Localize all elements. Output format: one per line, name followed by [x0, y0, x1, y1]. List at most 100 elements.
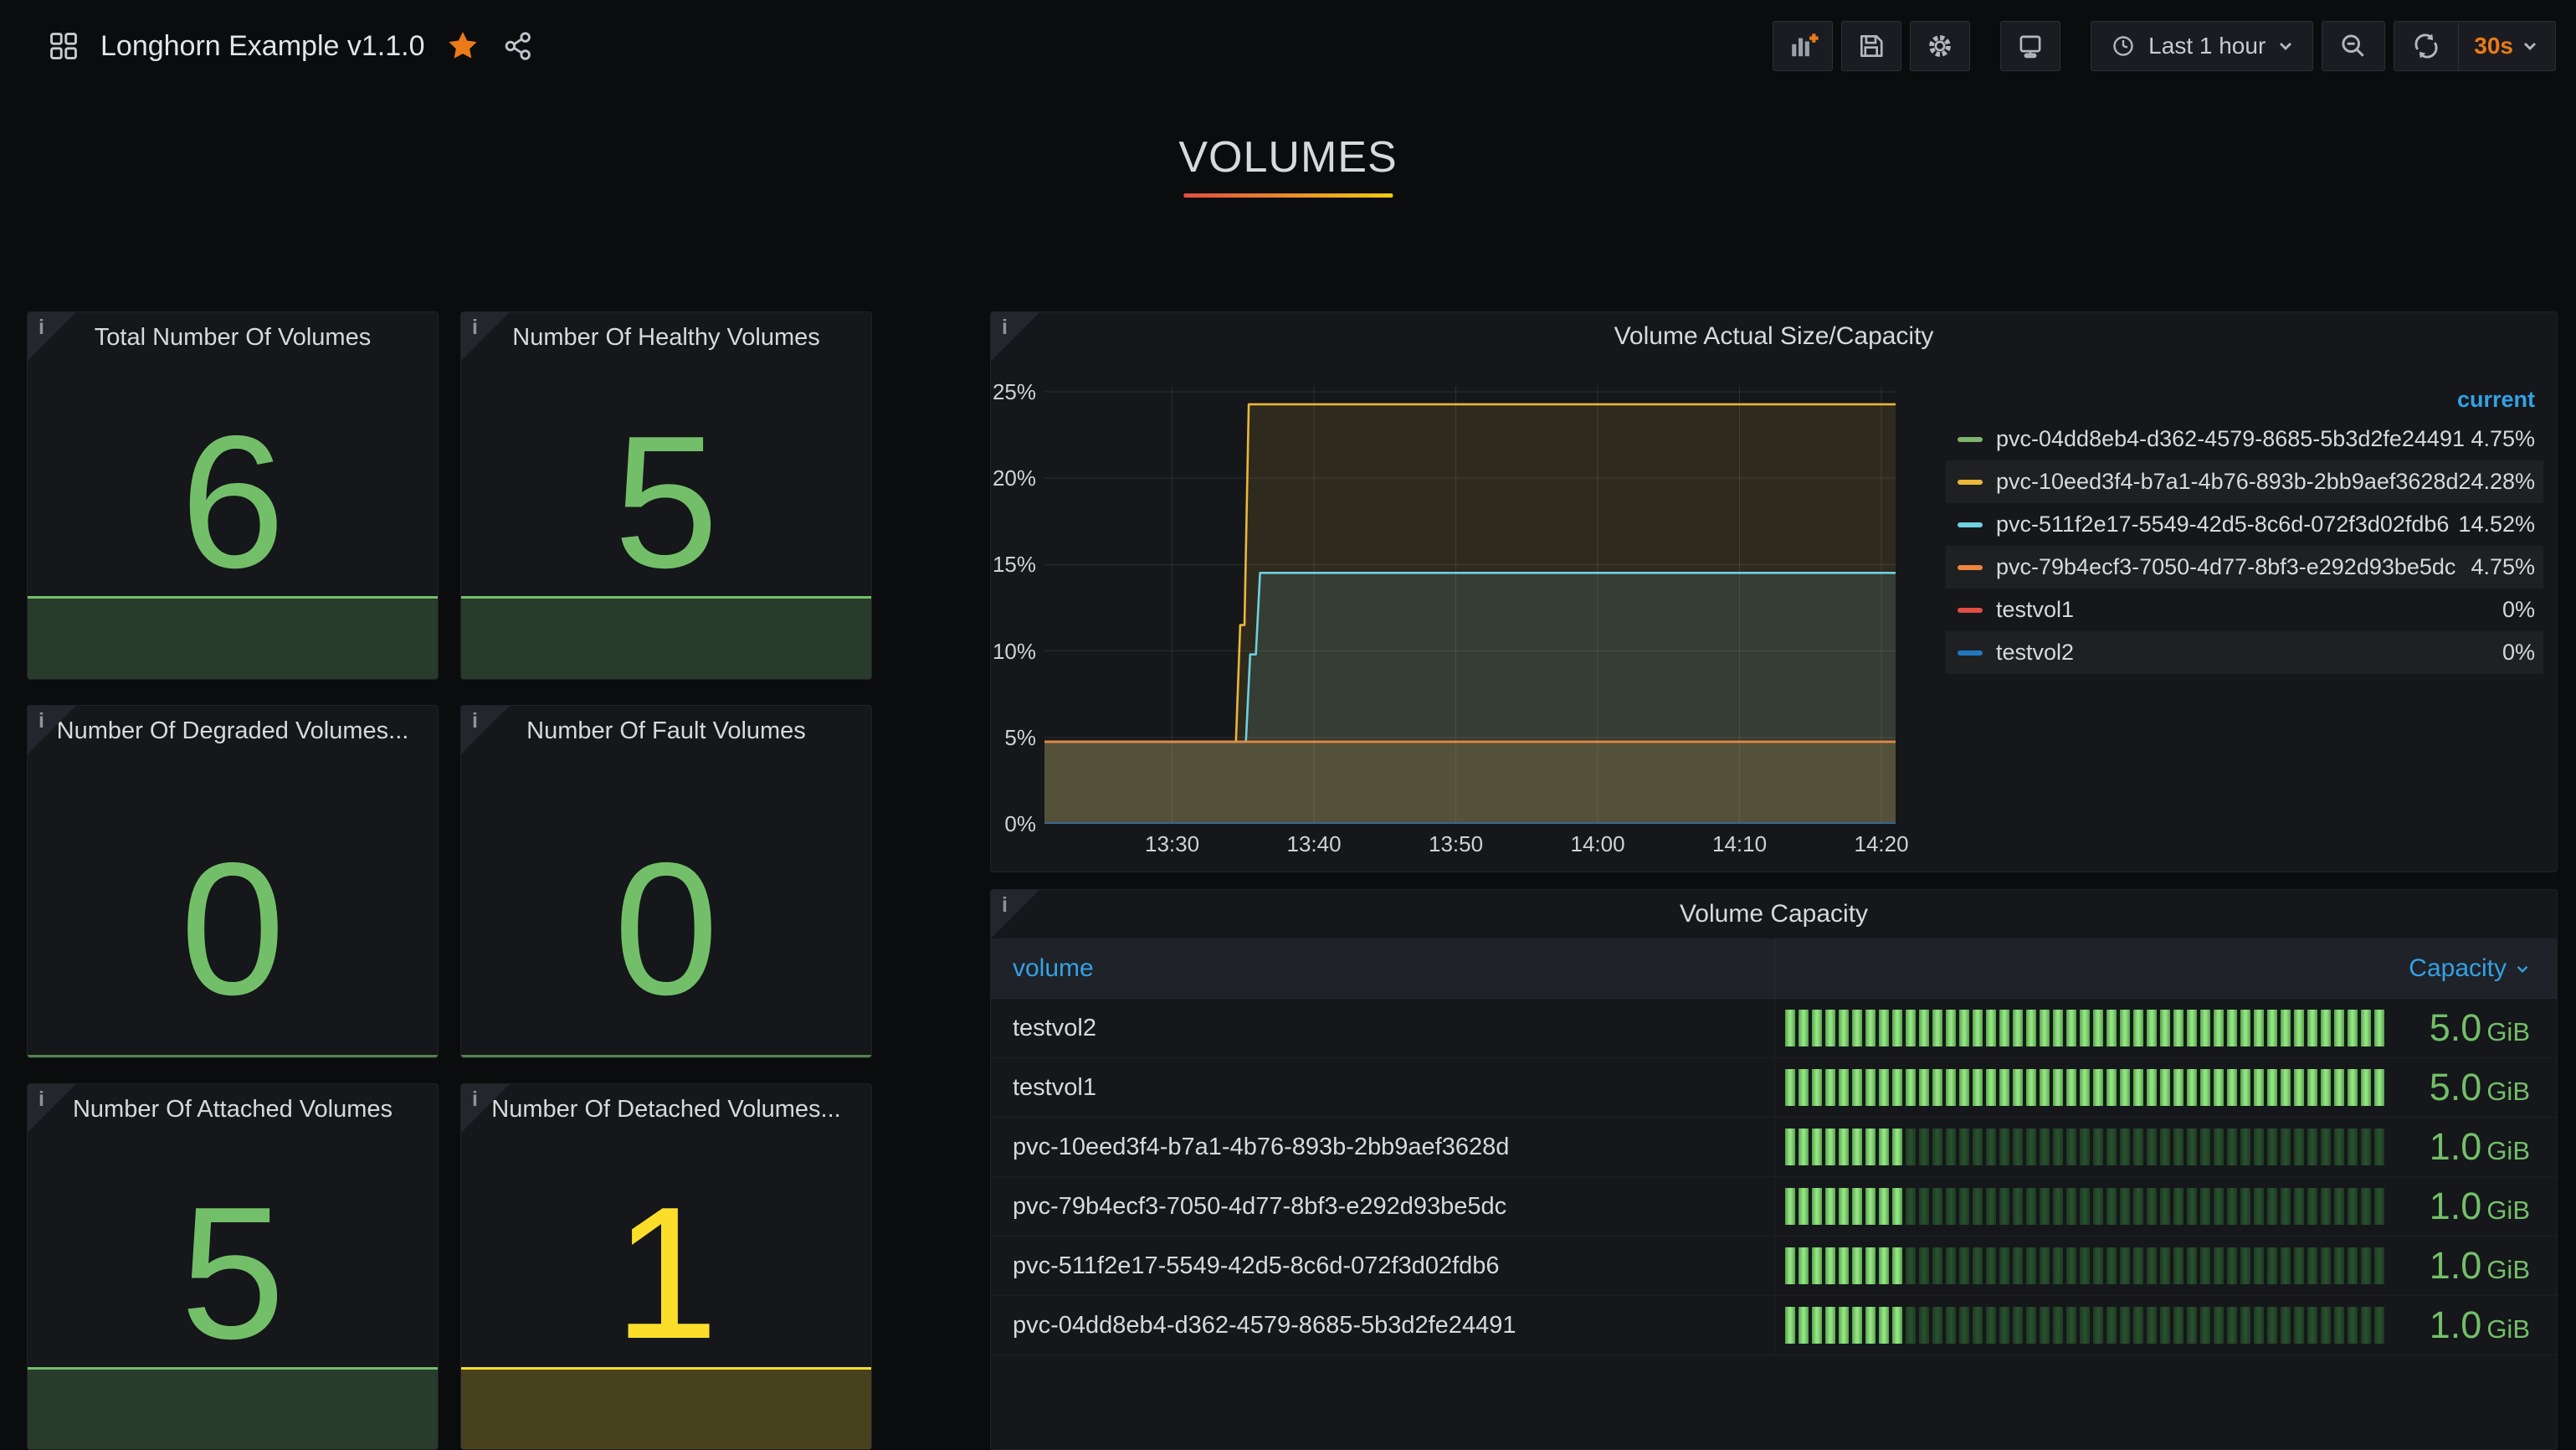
legend-series-current-value: 4.75%	[2471, 426, 2535, 452]
legend-series-color-dash[interactable]	[1958, 608, 1983, 613]
legend-series-name[interactable]: pvc-10eed3f4-b7a1-4b76-893b-2bb9aef3628d	[1996, 469, 2458, 495]
capacity-number: 5.0	[2430, 1066, 2482, 1108]
section-title: VOLUMES	[1178, 132, 1397, 183]
capacity-value: 1.0GiB	[2388, 1244, 2557, 1288]
dashboard-title[interactable]: Longhorn Example v1.1.0	[100, 30, 424, 63]
legend-row: pvc-10eed3f4-b7a1-4b76-893b-2bb9aef3628d…	[1946, 460, 2543, 503]
volumes-section-heading: VOLUMES	[1178, 132, 1397, 198]
capacity-value: 1.0GiB	[2388, 1125, 2557, 1169]
legend-series-color-dash[interactable]	[1958, 480, 1983, 485]
capacity-led-gauge	[1785, 1010, 2388, 1046]
stat-panel-title[interactable]: Number Of Attached Volumes	[28, 1084, 438, 1133]
legend-series-color-dash[interactable]	[1958, 650, 1983, 656]
capacity-unit: GiB	[2486, 1077, 2530, 1106]
capacity-number: 1.0	[2430, 1244, 2482, 1287]
grafana-dashboard: Longhorn Example v1.1.0	[0, 0, 2576, 1450]
chart-plot-area[interactable]	[1044, 386, 1896, 824]
stat-panel-title[interactable]: Total Number Of Volumes	[28, 312, 438, 362]
stat-panel-title[interactable]: Number Of Degraded Volumes...	[28, 706, 438, 756]
column-header-volume[interactable]: volume	[991, 938, 1775, 998]
legend-series-current-value: 0%	[2502, 640, 2535, 666]
dashboard-settings-button[interactable]	[1910, 21, 1970, 71]
y-axis-tick-label: 10%	[991, 639, 1036, 665]
gauge-lit-cells	[1785, 1069, 2388, 1106]
stat-panel-number-of-attached-volumes: iNumber Of Attached Volumes5	[27, 1083, 439, 1450]
capacity-value: 5.0GiB	[2388, 1066, 2557, 1109]
gauge-lit-cells	[1785, 1188, 1906, 1225]
capacity-number: 1.0	[2430, 1185, 2482, 1227]
graph-panel-title[interactable]: Volume Actual Size/Capacity	[991, 312, 2557, 361]
table-rows: testvol25.0GiBtestvol15.0GiBpvc-10eed3f4…	[991, 999, 2557, 1355]
capacity-led-gauge	[1785, 1129, 2388, 1165]
capacity-value: 5.0GiB	[2388, 1006, 2557, 1050]
time-range-picker[interactable]: Last 1 hour	[2091, 21, 2313, 71]
stat-panel-number-of-fault-volumes: iNumber Of Fault Volumes0	[460, 705, 872, 1058]
save-dashboard-button[interactable]	[1841, 21, 1901, 71]
section-title-underline	[1183, 193, 1393, 198]
zoom-out-time-button[interactable]	[2322, 21, 2385, 71]
stat-value: 5	[461, 362, 871, 596]
capacity-number: 5.0	[2430, 1006, 2482, 1049]
capacity-unit: GiB	[2486, 1314, 2530, 1344]
x-axis-labels: 13:3013:4013:5014:0014:1014:20	[1044, 831, 1896, 865]
capacity-led-gauge	[1785, 1188, 2388, 1225]
stat-sparkline	[28, 1367, 438, 1449]
legend-series-color-dash[interactable]	[1958, 522, 1983, 527]
stat-panel-total-number-of-volumes: iTotal Number Of Volumes6	[27, 311, 439, 680]
clock-icon	[2108, 31, 2138, 61]
column-header-capacity[interactable]: Capacity	[1775, 938, 2557, 998]
legend-series-name[interactable]: pvc-04dd8eb4-d362-4579-8685-5b3d2fe24491	[1996, 426, 2471, 452]
table-cell-capacity: 1.0GiB	[1775, 1296, 2557, 1355]
stat-value: 0	[28, 756, 438, 1055]
legend-row: pvc-79b4ecf3-7050-4d77-8bf3-e292d93be5dc…	[1946, 546, 2543, 589]
legend-series-name[interactable]: pvc-79b4ecf3-7050-4d77-8bf3-e292d93be5dc	[1996, 554, 2471, 580]
table-cell-capacity: 1.0GiB	[1775, 1177, 2557, 1236]
capacity-chart-svg	[1044, 386, 1896, 824]
stat-panel-title[interactable]: Number Of Healthy Volumes	[461, 312, 871, 362]
legend-series-name[interactable]: testvol1	[1996, 597, 2502, 623]
legend-series-current-value: 4.75%	[2471, 554, 2535, 580]
table-cell-volume: pvc-04dd8eb4-d362-4579-8685-5b3d2fe24491	[991, 1296, 1775, 1355]
chevron-down-icon	[2520, 36, 2540, 56]
table-row: testvol1 5.0GiB	[991, 1058, 2557, 1118]
capacity-led-gauge	[1785, 1247, 2388, 1284]
legend-series-color-dash[interactable]	[1958, 437, 1983, 442]
dashboards-grid-icon[interactable]	[47, 29, 80, 63]
sort-chevron-down-icon	[2513, 959, 2532, 978]
refresh-interval-label: 30s	[2474, 33, 2513, 59]
table-cell-capacity: 5.0GiB	[1775, 1058, 2557, 1117]
legend-current-header[interactable]: current	[1946, 381, 2543, 418]
table-row: pvc-04dd8eb4-d362-4579-8685-5b3d2fe24491…	[991, 1296, 2557, 1355]
volume-size-capacity-panel: i Volume Actual Size/Capacity 0%5%10%15%…	[990, 311, 2558, 872]
stat-panel-title[interactable]: Number Of Detached Volumes...	[461, 1084, 871, 1133]
stat-value: 6	[28, 362, 438, 596]
x-axis-tick-label: 13:30	[1145, 831, 1199, 857]
capacity-led-gauge	[1785, 1307, 2388, 1344]
capacity-unit: GiB	[2486, 1017, 2530, 1046]
stat-value: 1	[461, 1133, 871, 1367]
table-cell-capacity: 1.0GiB	[1775, 1237, 2557, 1295]
add-panel-button[interactable]	[1773, 21, 1833, 71]
legend-row: testvol20%	[1946, 631, 2543, 674]
refresh-interval-picker[interactable]: 30s	[2459, 21, 2555, 71]
y-axis-tick-label: 0%	[991, 811, 1036, 837]
favorite-star-icon[interactable]	[446, 29, 480, 63]
y-axis-tick-label: 20%	[991, 465, 1036, 491]
legend-series-name[interactable]: pvc-511f2e17-5549-42d5-8c6d-072f3d02fdb6	[1996, 512, 2458, 537]
stats-grid: iTotal Number Of Volumes6iNumber Of Heal…	[27, 311, 872, 1450]
table-cell-volume: testvol1	[991, 1058, 1775, 1117]
stat-panel-title[interactable]: Number Of Fault Volumes	[461, 706, 871, 756]
refresh-button[interactable]	[2394, 21, 2458, 71]
legend-series-name[interactable]: testvol2	[1996, 640, 2502, 666]
legend-series-current-value: 14.52%	[2458, 512, 2535, 537]
x-axis-tick-label: 13:40	[1287, 831, 1342, 857]
tv-cycle-view-button[interactable]	[2000, 21, 2060, 71]
share-icon[interactable]	[501, 29, 535, 63]
stat-sparkline	[461, 1367, 871, 1449]
capacity-unit: GiB	[2486, 1195, 2530, 1225]
table-cell-volume: testvol2	[991, 999, 1775, 1057]
x-axis-tick-label: 14:20	[1855, 831, 1909, 857]
table-panel-title[interactable]: Volume Capacity	[991, 890, 2557, 938]
legend-series-color-dash[interactable]	[1958, 565, 1983, 570]
capacity-led-gauge	[1785, 1069, 2388, 1106]
